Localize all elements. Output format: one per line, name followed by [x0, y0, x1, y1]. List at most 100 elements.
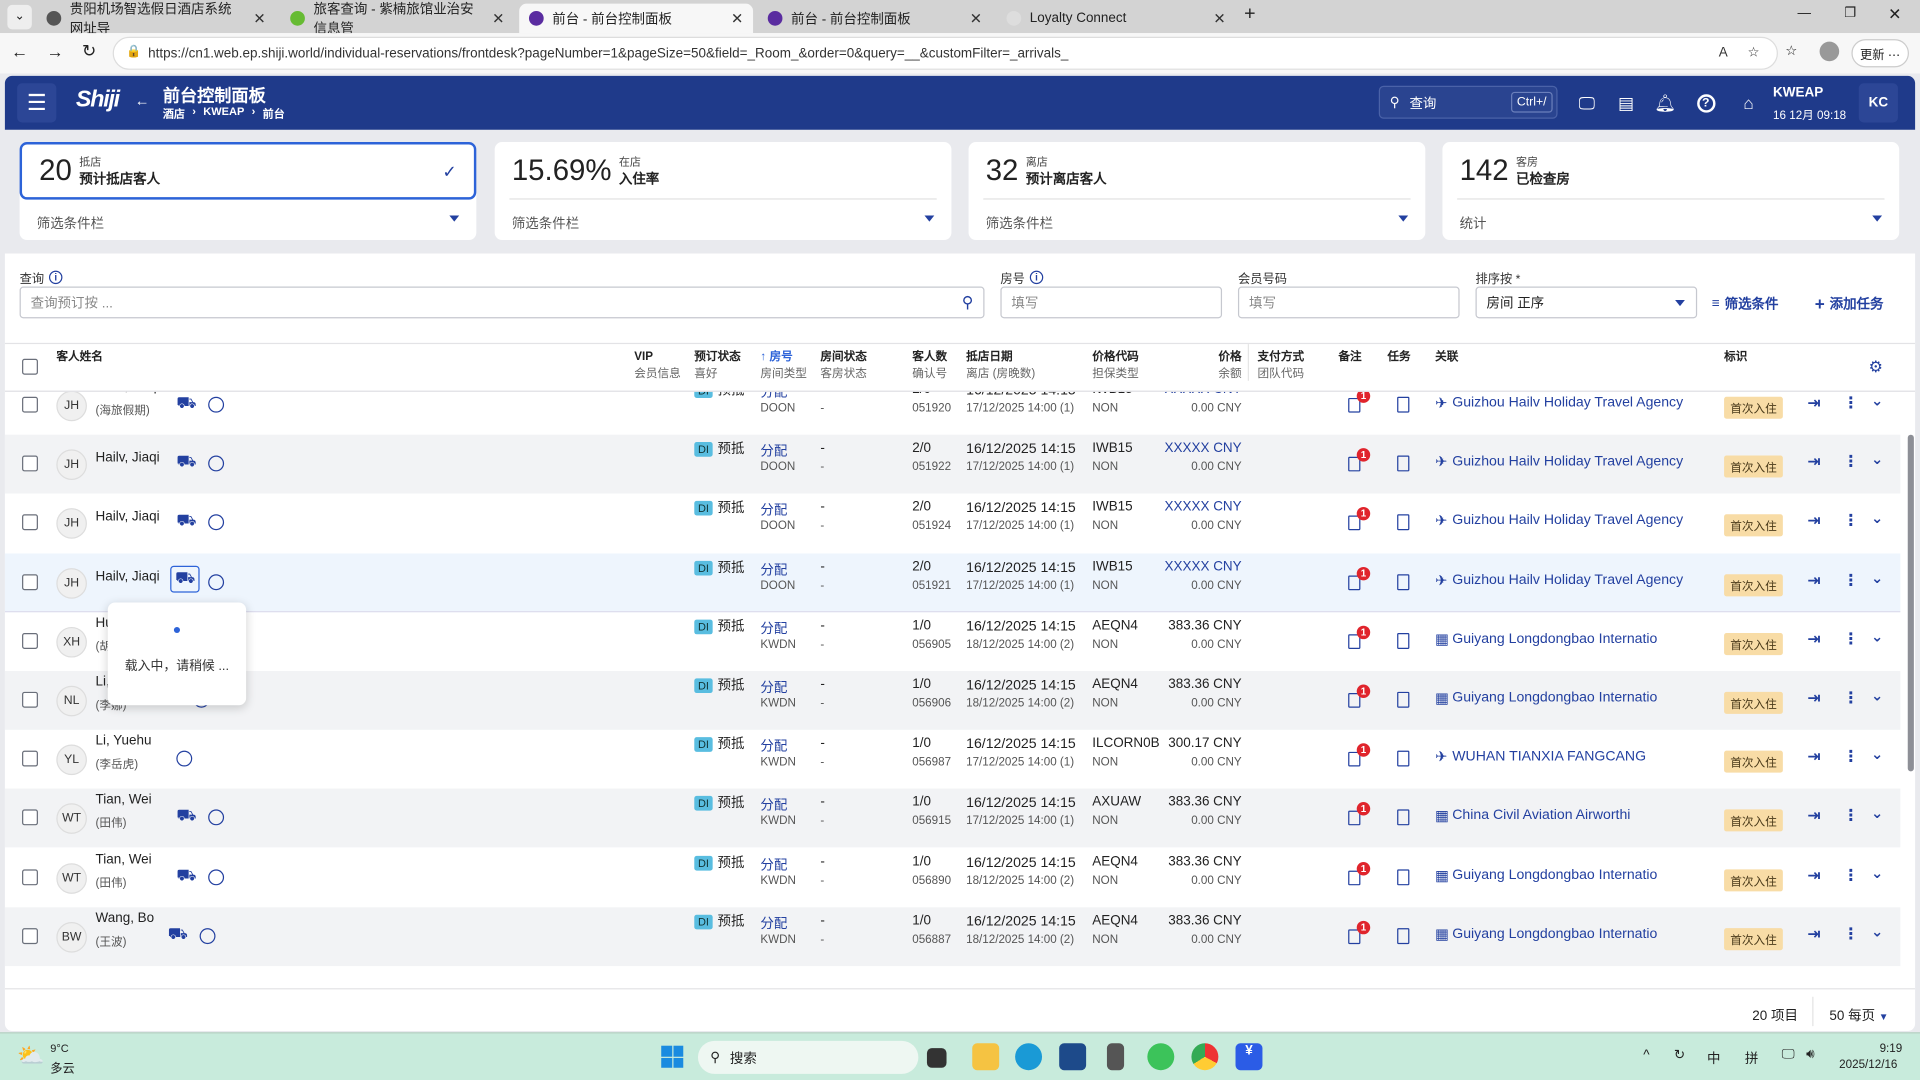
calculator-icon[interactable]: [1106, 1043, 1125, 1071]
breadcrumb-hotel[interactable]: 酒店: [163, 105, 185, 121]
global-search[interactable]: ⚲ 查询 Ctrl+/: [1378, 85, 1558, 119]
expand-chevron-icon[interactable]: ⌄: [1871, 746, 1883, 763]
help-icon[interactable]: ?: [1693, 91, 1717, 115]
linked-profile-link[interactable]: Guiyang Longdongbao Internatio: [1452, 691, 1657, 706]
row-checkbox[interactable]: [22, 396, 38, 413]
linked-profile-link[interactable]: Guiyang Longdongbao Internatio: [1452, 632, 1657, 647]
tasks-clipboard-icon[interactable]: [1397, 632, 1410, 649]
check-in-icon[interactable]: ⇥: [1807, 865, 1820, 885]
assign-room-link[interactable]: 分配: [760, 736, 787, 756]
home-icon[interactable]: ⌂: [1736, 91, 1760, 115]
guest-name[interactable]: Hailv, Jiaqi: [96, 510, 160, 525]
table-row[interactable]: YL Li, Yuehu (李岳虎) DI 预抵 分配 KWDN - - 1/0 …: [5, 730, 1901, 789]
tasks-clipboard-icon[interactable]: [1397, 691, 1410, 708]
kpi-filter-dropdown[interactable]: 筛选条件栏: [37, 213, 104, 233]
table-row[interactable]: JH Hailv, Jiaqi ⛟ DI 预抵 分配 DOON - - 2/0 0…: [5, 494, 1901, 553]
col-rate[interactable]: 价格代码 担保类型: [1092, 349, 1139, 383]
tasks-clipboard-icon[interactable]: [1397, 868, 1410, 885]
assign-room-link[interactable]: 分配: [760, 500, 787, 520]
more-options-icon[interactable]: ⋮: [1843, 393, 1859, 413]
travel-agent-profile-icon[interactable]: ⛟: [176, 452, 196, 474]
travel-agent-profile-icon[interactable]: ⛟: [168, 924, 188, 946]
more-options-icon[interactable]: ⋮: [1843, 570, 1859, 590]
bell-icon[interactable]: 🔔︎: [1653, 91, 1677, 115]
expand-chevron-icon[interactable]: ⌄: [1871, 392, 1883, 409]
row-checkbox[interactable]: [22, 750, 38, 767]
linked-profile-link[interactable]: China Civil Aviation Airworthi: [1452, 809, 1630, 824]
tasks-clipboard-icon[interactable]: [1397, 750, 1410, 767]
filter-button[interactable]: ≡ 筛选条件: [1712, 294, 1779, 314]
more-options-icon[interactable]: ⋮: [1843, 806, 1859, 826]
browser-tab[interactable]: 前台 - 前台控制面板 ✕: [519, 3, 754, 34]
browser-tab[interactable]: 旅客查询 - 紫楠旅馆业治安信息管 ✕: [280, 2, 514, 37]
close-tab-icon[interactable]: ✕: [1213, 10, 1225, 27]
wechat-icon[interactable]: [1147, 1043, 1175, 1071]
edge-icon[interactable]: [1015, 1043, 1043, 1071]
linked-profile-link[interactable]: Guizhou Hailv Holiday Travel Agency: [1452, 455, 1683, 470]
info-icon[interactable]: [208, 396, 225, 413]
expand-chevron-icon[interactable]: ⌄: [1871, 864, 1883, 881]
assign-room-link[interactable]: 分配: [760, 913, 787, 933]
kpi-filter-dropdown[interactable]: 筛选条件栏: [986, 213, 1053, 233]
more-options-icon[interactable]: ⋮: [1843, 511, 1859, 531]
assign-room-link[interactable]: 分配: [760, 677, 787, 697]
tray-chevron-icon[interactable]: ^: [1643, 1048, 1649, 1063]
col-price[interactable]: 价格 余额: [1205, 349, 1241, 383]
finance-app-icon[interactable]: ¥: [1235, 1043, 1263, 1071]
linked-profile-link[interactable]: Guizhou Hailv Holiday Travel Agency: [1452, 396, 1683, 411]
info-icon[interactable]: [208, 573, 225, 590]
expand-chevron-icon[interactable]: ⌄: [1871, 510, 1883, 527]
expand-chevron-icon[interactable]: ⌄: [1871, 451, 1883, 468]
reload-button[interactable]: ↻: [82, 40, 96, 61]
linked-profile-link[interactable]: Guizhou Hailv Holiday Travel Agency: [1452, 573, 1683, 588]
info-icon[interactable]: [208, 514, 225, 531]
more-options-icon[interactable]: ⋮: [1843, 747, 1859, 767]
row-checkbox[interactable]: [22, 868, 38, 885]
search-icon[interactable]: ⚲: [962, 293, 974, 313]
tasks-clipboard-icon[interactable]: [1397, 573, 1410, 590]
row-checkbox[interactable]: [22, 632, 38, 649]
forward-button[interactable]: →: [47, 42, 64, 62]
row-checkbox[interactable]: [22, 691, 38, 708]
close-tab-icon[interactable]: ✕: [253, 10, 265, 27]
guest-name[interactable]: Li, Yuehu: [96, 734, 152, 749]
linked-profile-link[interactable]: Guiyang Longdongbao Internatio: [1452, 927, 1657, 942]
weather-icon[interactable]: ⛅: [17, 1043, 44, 1069]
ime-mode[interactable]: 拼: [1745, 1048, 1758, 1068]
menu-button[interactable]: ☰: [17, 83, 57, 123]
chrome-icon[interactable]: [1191, 1043, 1219, 1071]
info-icon[interactable]: [199, 927, 216, 944]
breadcrumb-property[interactable]: KWEAP: [203, 105, 244, 121]
travel-agent-profile-icon[interactable]: ⛟: [170, 565, 201, 593]
file-explorer-icon[interactable]: [972, 1043, 1000, 1071]
user-avatar[interactable]: KC: [1858, 83, 1898, 123]
row-checkbox[interactable]: [22, 514, 38, 531]
cashier-icon[interactable]: ▤: [1614, 91, 1638, 115]
more-options-icon[interactable]: ⋮: [1843, 629, 1859, 649]
table-row[interactable]: JH Hailv, Jiaqi ⛟ DI 预抵 分配 DOON - - 2/0 0…: [4, 552, 1901, 612]
table-row[interactable]: BW Wang, Bo (王波) ⛟ DI 预抵 分配 KWDN - - 1/0 …: [4, 907, 1901, 966]
url-input[interactable]: 🔒 https://cn1.web.ep.shiji.world/individ…: [112, 36, 1778, 70]
page-size-select[interactable]: 50 每页 ▼: [1829, 1005, 1888, 1025]
row-checkbox[interactable]: [22, 809, 38, 826]
more-options-icon[interactable]: ⋮: [1843, 924, 1859, 944]
col-payment[interactable]: 支付方式 团队代码: [1258, 349, 1305, 383]
update-button[interactable]: 更新 ⋯: [1851, 39, 1909, 68]
guest-name[interactable]: Hailv, Jiaqi: [96, 451, 160, 466]
browser-tab[interactable]: 前台 - 前台控制面板 ✕: [758, 4, 992, 33]
back-arrow-icon[interactable]: ←: [135, 92, 150, 109]
profile-avatar[interactable]: [1819, 41, 1840, 62]
check-in-icon[interactable]: ⇥: [1807, 747, 1820, 767]
more-options-icon[interactable]: ⋮: [1843, 452, 1859, 472]
kpi-filter-dropdown[interactable]: 统计: [1460, 213, 1487, 233]
select-all-checkbox[interactable]: [22, 358, 38, 375]
travel-agent-profile-icon[interactable]: ⛟: [176, 806, 196, 828]
tasks-clipboard-icon[interactable]: [1397, 809, 1410, 826]
tasks-clipboard-icon[interactable]: [1397, 455, 1410, 472]
sync-icon[interactable]: ↻: [1674, 1047, 1685, 1063]
tasks-clipboard-icon[interactable]: [1397, 396, 1410, 413]
travel-agent-profile-icon[interactable]: ⛟: [176, 865, 196, 887]
guest-name[interactable]: Hailv, Jiaqi: [96, 569, 160, 584]
assign-room-link[interactable]: 分配: [760, 854, 787, 874]
add-task-button[interactable]: + 添加任务: [1815, 294, 1884, 314]
